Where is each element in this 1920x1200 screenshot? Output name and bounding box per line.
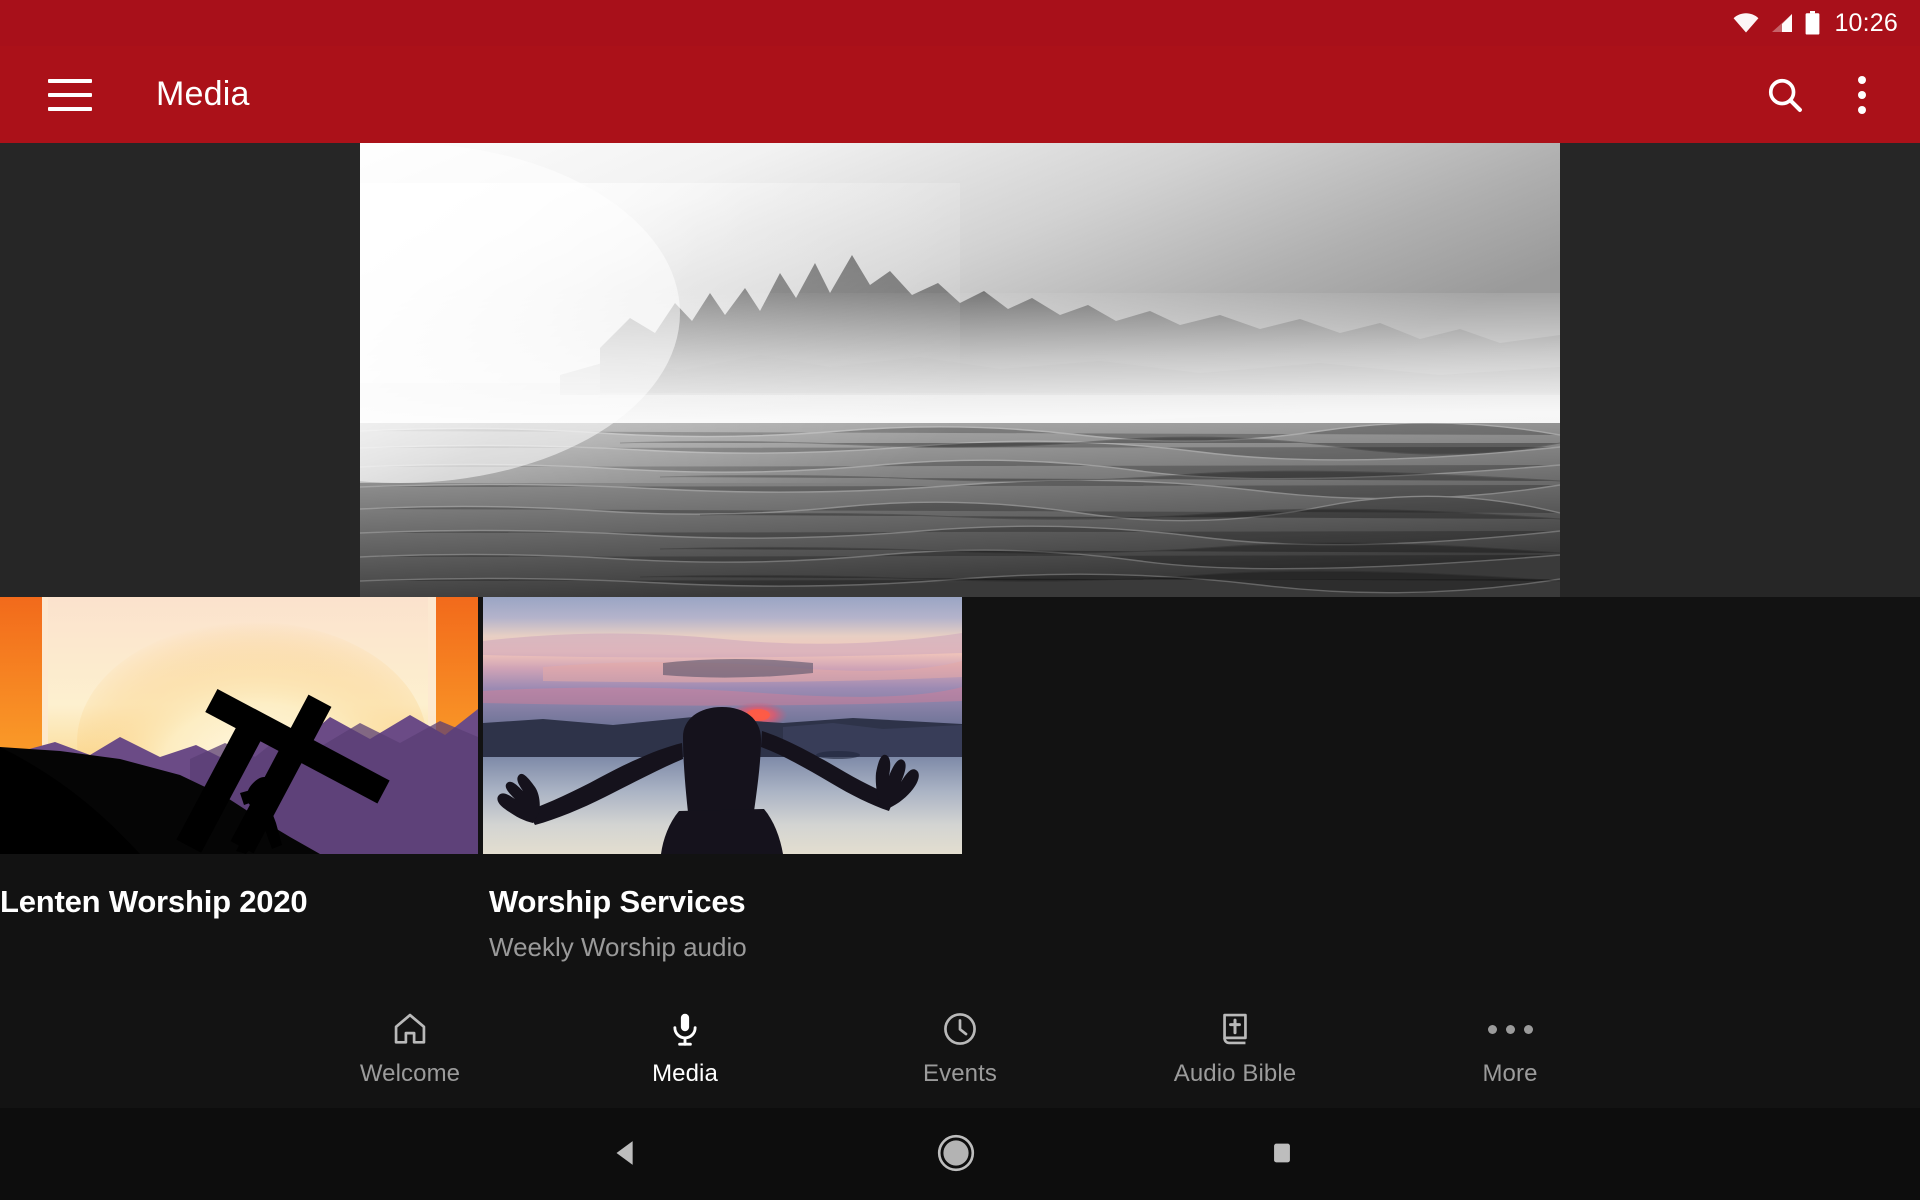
status-bar-icons xyxy=(1733,11,1820,35)
media-card-thumbnail[interactable] xyxy=(0,597,478,854)
media-content-scroll[interactable]: Lenten Worship 2020 Worship Services Wee… xyxy=(0,143,1920,990)
status-bar: 10:26 xyxy=(0,0,1920,46)
nav-label: Welcome xyxy=(359,1060,461,1087)
home-icon xyxy=(391,1008,429,1050)
hamburger-menu-icon[interactable] xyxy=(48,78,92,111)
media-card-subtitle: Weekly Worship audio xyxy=(489,932,747,962)
more-dots-icon xyxy=(1487,1008,1533,1050)
battery-icon xyxy=(1806,11,1820,35)
app-root: 10:26 Media Lenten Worship 2020 Worship … xyxy=(0,0,1920,1200)
clock-icon xyxy=(941,1008,979,1050)
recents-square-icon[interactable] xyxy=(1265,1136,1299,1175)
hamburger-bar-2 xyxy=(48,92,92,97)
bible-book-icon xyxy=(1216,1008,1254,1050)
hero-banner-image[interactable] xyxy=(360,143,1560,597)
app-bar-actions xyxy=(1766,72,1920,118)
cross-silhouette-illustration xyxy=(0,597,478,854)
overflow-dot-1 xyxy=(1858,75,1866,84)
bottom-navigation-bar: Welcome Media Events Audio Bible More xyxy=(0,990,1920,1108)
wifi-icon xyxy=(1734,13,1759,33)
nav-label: Events xyxy=(923,1060,997,1087)
nav-item-welcome[interactable]: Welcome xyxy=(273,1008,548,1088)
overflow-dot-2 xyxy=(1858,90,1866,99)
overflow-menu-icon[interactable] xyxy=(1848,72,1876,118)
arms-raised-sunset-photo xyxy=(483,597,962,854)
android-system-navigation xyxy=(0,1108,1920,1200)
more-dot-3 xyxy=(1523,1024,1533,1034)
more-dot-1 xyxy=(1487,1024,1497,1034)
hero-banner-section xyxy=(0,143,1920,597)
nav-label: Audio Bible xyxy=(1173,1060,1297,1087)
status-bar-time: 10:26 xyxy=(1834,8,1898,37)
nav-item-media[interactable]: Media xyxy=(548,1008,823,1088)
home-circle-icon[interactable] xyxy=(935,1132,977,1179)
overflow-dot-3 xyxy=(1858,105,1866,114)
search-icon[interactable] xyxy=(1766,76,1804,114)
media-card-worship-services[interactable]: Worship Services Weekly Worship audio xyxy=(483,597,962,963)
app-bar: Media xyxy=(0,46,1920,143)
microphone-icon xyxy=(666,1008,704,1050)
nav-label: Media xyxy=(652,1060,718,1087)
more-dot-2 xyxy=(1505,1024,1515,1034)
hero-landscape-illustration xyxy=(360,143,1560,597)
media-card-title: Lenten Worship 2020 xyxy=(0,884,308,919)
media-card-row: Lenten Worship 2020 Worship Services Wee… xyxy=(0,597,1920,990)
cellular-signal-icon xyxy=(1772,14,1793,32)
nav-label: More xyxy=(1482,1060,1538,1087)
nav-item-events[interactable]: Events xyxy=(823,1008,1098,1088)
nav-item-audio-bible[interactable]: Audio Bible xyxy=(1098,1008,1373,1088)
back-triangle-icon[interactable] xyxy=(610,1136,644,1175)
nav-item-more[interactable]: More xyxy=(1373,1008,1648,1088)
hamburger-bar-3 xyxy=(48,106,92,111)
media-card-lenten-worship[interactable]: Lenten Worship 2020 xyxy=(0,597,478,920)
media-card-title: Worship Services xyxy=(489,884,746,919)
media-card-thumbnail[interactable] xyxy=(483,597,962,854)
hamburger-bar-1 xyxy=(48,78,92,83)
page-title: Media xyxy=(156,75,250,113)
